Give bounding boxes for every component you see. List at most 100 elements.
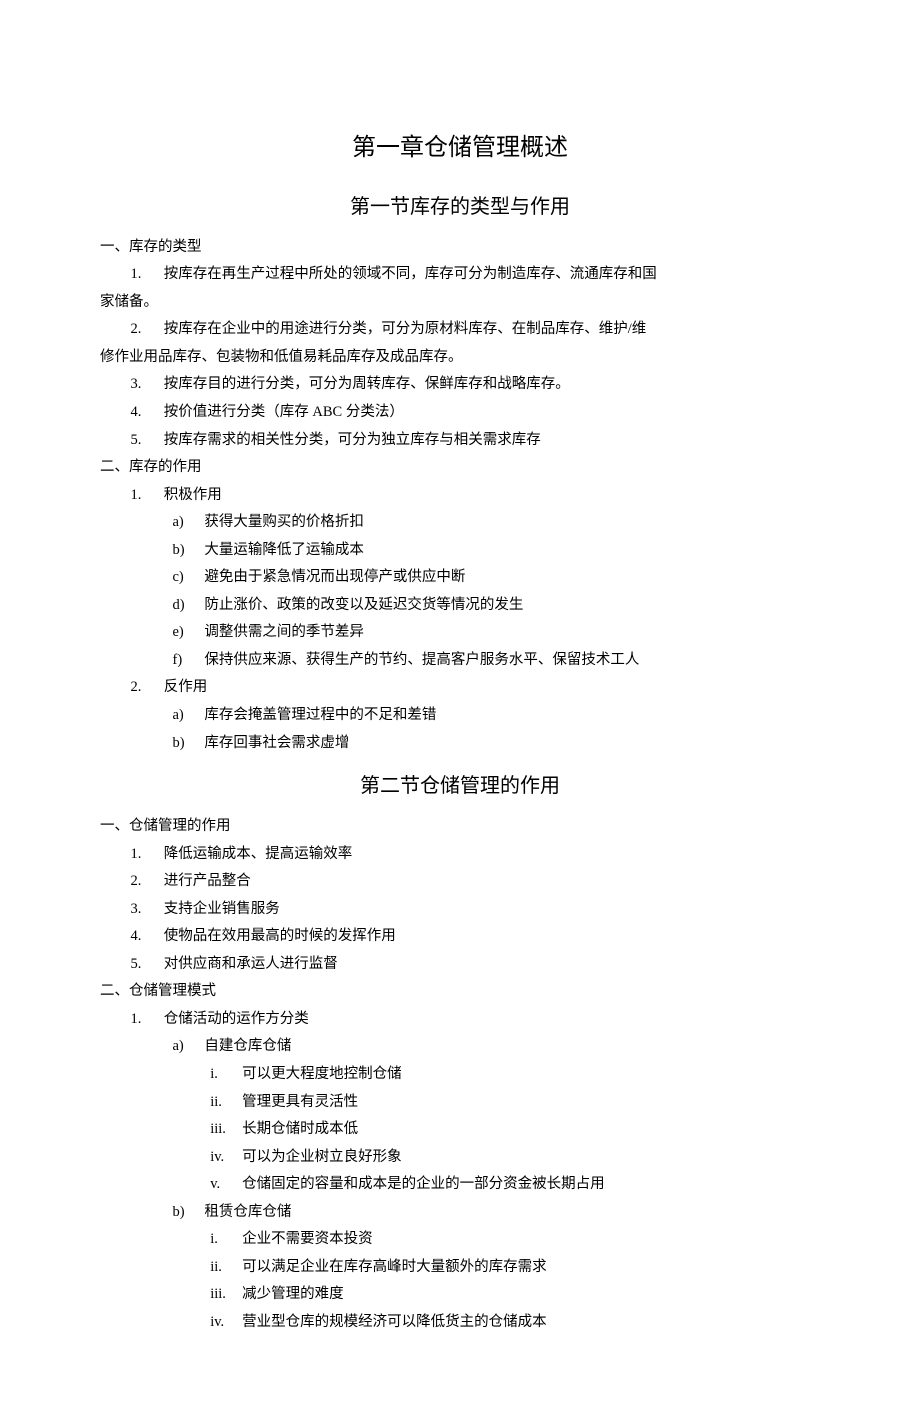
marker: c) [173, 564, 205, 592]
text: 仓储活动的运作方分类 [164, 1011, 309, 1027]
list-item: v.仓储固定的容量和成本是的企业的一部分资金被长期占用 [210, 1171, 820, 1199]
list-item: 5.对供应商和承运人进行监督 [130, 951, 820, 979]
list-item: 4.使物品在效用最高的时候的发挥作用 [130, 923, 820, 951]
marker: i. [210, 1226, 242, 1254]
list-item-cont: 家储备。 [100, 289, 820, 317]
marker: 1. [130, 841, 163, 869]
list-item-cont: 修作业用品库存、包装物和低值易耗品库存及成品库存。 [100, 344, 820, 372]
marker: a) [173, 702, 205, 730]
list-item: 1.降低运输成本、提高运输效率 [130, 841, 820, 869]
marker: i. [210, 1061, 242, 1089]
marker: iv. [210, 1144, 242, 1172]
list-item: 3.支持企业销售服务 [130, 896, 820, 924]
marker: 2. [130, 316, 163, 344]
text: 可以更大程度地控制仓储 [242, 1066, 402, 1082]
marker: 5. [130, 951, 163, 979]
list-item: 5.按库存需求的相关性分类，可分为独立库存与相关需求库存 [130, 427, 820, 455]
text: 保持供应来源、获得生产的节约、提高客户服务水平、保留技术工人 [204, 652, 639, 668]
marker: b) [173, 1199, 205, 1227]
marker: 4. [130, 399, 163, 427]
list-item: i.企业不需要资本投资 [210, 1226, 820, 1254]
list-item: 2.按库存在企业中的用途进行分类，可分为原材料库存、在制品库存、维护/维 [130, 316, 820, 344]
marker: 5. [130, 427, 163, 455]
text: 降低运输成本、提高运输效率 [164, 846, 353, 862]
text: 按库存需求的相关性分类，可分为独立库存与相关需求库存 [164, 432, 541, 448]
text: 进行产品整合 [164, 873, 251, 889]
marker: v. [210, 1171, 242, 1199]
section1-heading-1: 一、库存的类型 [100, 234, 820, 262]
text: 使物品在效用最高的时候的发挥作用 [164, 928, 396, 944]
list-item: a)库存会掩盖管理过程中的不足和差错 [173, 702, 821, 730]
text: 调整供需之间的季节差异 [204, 624, 364, 640]
marker: 1. [130, 482, 163, 510]
list-item: 1.按库存在再生产过程中所处的领域不同，库存可分为制造库存、流通库存和国 [130, 261, 820, 289]
marker: iii. [210, 1281, 242, 1309]
list-item: i.可以更大程度地控制仓储 [210, 1061, 820, 1089]
section2-title: 第二节仓储管理的作用 [100, 767, 820, 805]
text: 租赁仓库仓储 [204, 1204, 291, 1220]
list-item: a)自建仓库仓储 [173, 1033, 821, 1061]
list-item: b)大量运输降低了运输成本 [173, 537, 821, 565]
chapter-title: 第一章仓储管理概述 [100, 126, 820, 172]
list-item: iv.可以为企业树立良好形象 [210, 1144, 820, 1172]
marker: e) [173, 619, 205, 647]
text: 防止涨价、政策的改变以及延迟交货等情况的发生 [204, 597, 523, 613]
list-item: 3.按库存目的进行分类，可分为周转库存、保鲜库存和战略库存。 [130, 371, 820, 399]
text: 按库存在企业中的用途进行分类，可分为原材料库存、在制品库存、维护/维 [164, 321, 647, 337]
marker: 3. [130, 371, 163, 399]
text: 大量运输降低了运输成本 [204, 542, 364, 558]
text: 可以满足企业在库存高峰时大量额外的库存需求 [242, 1259, 547, 1275]
list-item: a)获得大量购买的价格折扣 [173, 509, 821, 537]
marker: b) [173, 730, 205, 758]
list-item: iv.营业型仓库的规模经济可以降低货主的仓储成本 [210, 1309, 820, 1337]
marker: iii. [210, 1116, 242, 1144]
text: 获得大量购买的价格折扣 [204, 514, 364, 530]
marker: iv. [210, 1309, 242, 1337]
list-item: 1.仓储活动的运作方分类 [130, 1006, 820, 1034]
marker: a) [173, 509, 205, 537]
text: 对供应商和承运人进行监督 [164, 956, 338, 972]
section1-heading-2: 二、库存的作用 [100, 454, 820, 482]
list-item: 2.进行产品整合 [130, 868, 820, 896]
text: 可以为企业树立良好形象 [242, 1149, 402, 1165]
text: 按库存目的进行分类，可分为周转库存、保鲜库存和战略库存。 [164, 376, 570, 392]
marker: a) [173, 1033, 205, 1061]
marker: 1. [130, 261, 163, 289]
section1-title: 第一节库存的类型与作用 [100, 188, 820, 226]
text: 库存回事社会需求虚增 [204, 735, 349, 751]
marker: ii. [210, 1254, 242, 1282]
section2-heading-1: 一、仓储管理的作用 [100, 813, 820, 841]
list-item: b)租赁仓库仓储 [173, 1199, 821, 1227]
marker: f) [173, 647, 205, 675]
marker: 4. [130, 923, 163, 951]
text: 支持企业销售服务 [164, 901, 280, 917]
list-item: 1.积极作用 [130, 482, 820, 510]
section2-heading-2: 二、仓储管理模式 [100, 978, 820, 1006]
text: 管理更具有灵活性 [242, 1094, 358, 1110]
list-item: c)避免由于紧急情况而出现停产或供应中断 [173, 564, 821, 592]
text: 避免由于紧急情况而出现停产或供应中断 [204, 569, 465, 585]
list-item: e)调整供需之间的季节差异 [173, 619, 821, 647]
text: 仓储固定的容量和成本是的企业的一部分资金被长期占用 [242, 1176, 605, 1192]
text: 企业不需要资本投资 [242, 1231, 373, 1247]
text: 营业型仓库的规模经济可以降低货主的仓储成本 [242, 1314, 547, 1330]
list-item: 4.按价值进行分类（库存 ABC 分类法） [130, 399, 820, 427]
list-item: ii.可以满足企业在库存高峰时大量额外的库存需求 [210, 1254, 820, 1282]
text: 积极作用 [164, 487, 222, 503]
text: 减少管理的难度 [242, 1286, 344, 1302]
text: 按价值进行分类（库存 ABC 分类法） [164, 404, 404, 420]
list-item: ii.管理更具有灵活性 [210, 1089, 820, 1117]
text: 库存会掩盖管理过程中的不足和差错 [204, 707, 436, 723]
marker: 1. [130, 1006, 163, 1034]
list-item: b)库存回事社会需求虚增 [173, 730, 821, 758]
text: 反作用 [164, 679, 208, 695]
list-item: d)防止涨价、政策的改变以及延迟交货等情况的发生 [173, 592, 821, 620]
text: 按库存在再生产过程中所处的领域不同，库存可分为制造库存、流通库存和国 [164, 266, 657, 282]
marker: 2. [130, 674, 163, 702]
list-item: iii.长期仓储时成本低 [210, 1116, 820, 1144]
text: 自建仓库仓储 [204, 1038, 291, 1054]
marker: ii. [210, 1089, 242, 1117]
marker: d) [173, 592, 205, 620]
list-item: iii.减少管理的难度 [210, 1281, 820, 1309]
marker: 2. [130, 868, 163, 896]
